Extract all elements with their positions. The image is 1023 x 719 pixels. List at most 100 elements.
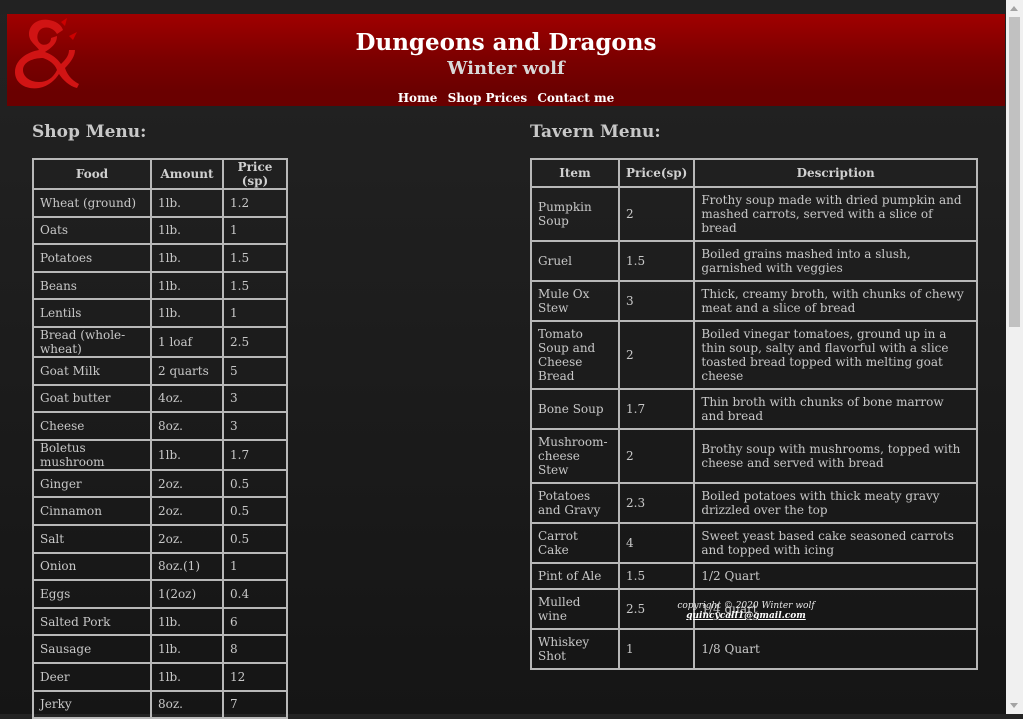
table-row: Pumpkin Soup 2 Frothy soup made with dried… xyxy=(530,186,978,242)
column-header: Amount xyxy=(150,158,224,190)
table-row: Wheat (ground) 1lb. 1.2 xyxy=(32,188,288,218)
table-row: Potatoes and Gravy 2.3 Boiled potatoes wit… xyxy=(530,482,978,524)
table-cell: 1 xyxy=(222,298,288,328)
tavern-menu-title: Tavern Menu: xyxy=(530,122,661,142)
table-cell: Sweet yeast based cake seasoned carrots … xyxy=(693,522,978,564)
table-cell: 1lb. xyxy=(150,298,224,328)
nav-shop-prices-link[interactable]: Shop Prices xyxy=(448,91,528,105)
table-row: Boletus mushroom 1lb. 1.7 xyxy=(32,438,288,471)
table-cell: Salt xyxy=(32,523,152,554)
table-cell: 0.4 xyxy=(222,579,288,609)
table-cell: Oats xyxy=(32,215,152,246)
table-row: Salt 2oz. 0.5 xyxy=(32,523,288,554)
table-cell: Gruel xyxy=(530,240,620,282)
email-link[interactable]: quincycall1@gmail.com xyxy=(530,611,962,621)
shop-table: Food Amount Price (sp) Wheat (ground) 1lb… xyxy=(32,158,288,719)
table-row: Sausage 1lb. 8 xyxy=(32,634,288,664)
nav-contact-link[interactable]: Contact me xyxy=(537,91,614,105)
table-cell: Frothy soup made with dried pumpkin and … xyxy=(693,186,978,242)
table-cell: 2 xyxy=(617,320,696,390)
table-cell: Lentils xyxy=(32,298,152,328)
table-cell: 8oz. xyxy=(150,411,224,441)
table-cell: Sausage xyxy=(32,634,152,664)
table-cell: Wheat (ground) xyxy=(32,188,152,218)
table-cell: Brothy soup with mushrooms, topped with … xyxy=(693,428,978,484)
site-subtitle: Winter wolf xyxy=(447,58,565,79)
column-header: Price (sp) xyxy=(222,158,288,190)
table-cell: 3 xyxy=(617,280,696,322)
vertical-scrollbar[interactable] xyxy=(1006,0,1023,714)
table-cell: 3 xyxy=(222,411,288,441)
table-cell: Onion xyxy=(32,551,152,582)
table-row: Carrot Cake 4 Sweet yeast based cake seaso… xyxy=(530,522,978,564)
table-cell: 0.5 xyxy=(222,496,288,526)
table-cell: Boiled vinegar tomatoes, ground up in a … xyxy=(693,320,978,390)
table-cell: Deer xyxy=(32,661,152,692)
table-cell: Beans xyxy=(32,270,152,301)
table-cell: 5 xyxy=(222,355,288,386)
table-cell: 4oz. xyxy=(150,383,224,414)
table-row: Bone Soup 1.7 Thin broth with chunks of bo… xyxy=(530,388,978,430)
table-cell: 8oz.(1) xyxy=(150,551,224,582)
table-row: Deer 1lb. 12 xyxy=(32,661,288,692)
table-cell: Whiskey Shot xyxy=(530,628,620,670)
table-cell: Mushroom-cheese Stew xyxy=(530,428,620,484)
table-cell: 8 xyxy=(222,634,288,664)
table-row: Goat Milk 2 quarts 5 xyxy=(32,355,288,386)
table-row: Mule Ox Stew 3 Thick, creamy broth, with c… xyxy=(530,280,978,322)
nav-home-link[interactable]: Home xyxy=(398,91,438,105)
shop-menu-title: Shop Menu: xyxy=(32,122,147,142)
table-cell: Goat Milk xyxy=(32,355,152,386)
table-cell: 1lb. xyxy=(150,634,224,664)
table-cell: 1 xyxy=(617,628,696,670)
scrollbar-thumb[interactable] xyxy=(1009,17,1020,327)
column-header: Price(sp) xyxy=(617,158,696,188)
copyright-text: copyright © 2020 Winter wolf xyxy=(677,601,815,611)
table-row: Pint of Ale 1.5 1/2 Quart xyxy=(530,562,978,590)
table-cell: 1.2 xyxy=(222,188,288,218)
table-cell: 1lb. xyxy=(150,215,224,246)
table-row: Tomato Soup and Cheese Bread 2 Boiled vine… xyxy=(530,320,978,390)
table-row: Gruel 1.5 Boiled grains mashed into a slus… xyxy=(530,240,978,282)
scroll-down-arrow-icon[interactable] xyxy=(1010,703,1018,708)
table-cell: 1(2oz) xyxy=(150,579,224,609)
site-title: Dungeons and Dragons xyxy=(355,29,657,56)
table-row: Goat butter 4oz. 3 xyxy=(32,383,288,414)
table-row: Lentils 1lb. 1 xyxy=(32,298,288,328)
table-cell: 1/2 Quart xyxy=(693,562,978,590)
table-header-row: Item Price(sp) Description xyxy=(530,158,978,188)
table-cell: 1 loaf xyxy=(150,325,224,358)
table-cell: 1/8 Quart xyxy=(693,628,978,670)
table-row: Mushroom-cheese Stew 2 Brothy soup with mu… xyxy=(530,428,978,484)
table-row: Bread (whole-wheat) 1 loaf 2.5 xyxy=(32,325,288,358)
table-cell: 2oz. xyxy=(150,468,224,499)
table-cell: 6 xyxy=(222,606,288,637)
table-cell: Bone Soup xyxy=(530,388,620,430)
table-row: Eggs 1(2oz) 0.4 xyxy=(32,579,288,609)
table-cell: 1.7 xyxy=(222,438,288,471)
table-row: Oats 1lb. 1 xyxy=(32,215,288,246)
table-cell: Potatoes and Gravy xyxy=(530,482,620,524)
table-cell: 1.5 xyxy=(617,562,696,590)
table-cell: 1.7 xyxy=(617,388,696,430)
table-cell: 1lb. xyxy=(150,438,224,471)
table-cell: 0.5 xyxy=(222,523,288,554)
table-cell: 1.5 xyxy=(222,270,288,301)
table-cell: 2.5 xyxy=(222,325,288,358)
table-cell: 2oz. xyxy=(150,523,224,554)
table-cell: 2 quarts xyxy=(150,355,224,386)
table-cell: Pumpkin Soup xyxy=(530,186,620,242)
table-cell: 1lb. xyxy=(150,188,224,218)
table-cell: 4 xyxy=(617,522,696,564)
table-cell: Boiled grains mashed into a slush, garni… xyxy=(693,240,978,282)
table-cell: 2 xyxy=(617,428,696,484)
table-header-row: Food Amount Price (sp) xyxy=(32,158,288,190)
table-row: Cinnamon 2oz. 0.5 xyxy=(32,496,288,526)
table-cell: 0.5 xyxy=(222,468,288,499)
table-cell: Potatoes xyxy=(32,243,152,273)
scroll-up-arrow-icon[interactable] xyxy=(1010,6,1018,11)
table-cell: Cinnamon xyxy=(32,496,152,526)
table-cell: 2oz. xyxy=(150,496,224,526)
footer: copyright © 2020 Winter wolf quincycall1… xyxy=(530,601,962,621)
table-cell: 1 xyxy=(222,215,288,246)
